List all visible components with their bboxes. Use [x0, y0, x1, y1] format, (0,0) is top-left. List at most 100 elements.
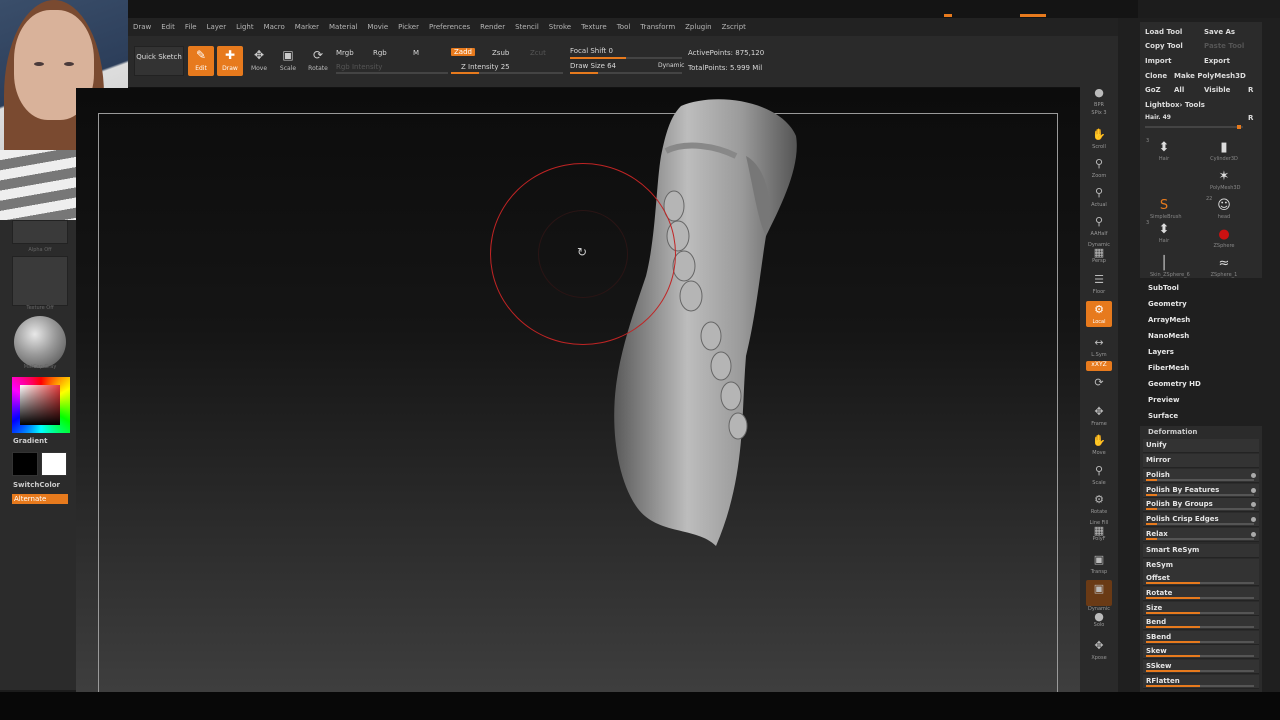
menu-item[interactable]: Marker	[290, 23, 324, 31]
mrgb-button[interactable]: Mrgb	[336, 49, 354, 57]
deformation-mask-icon[interactable]	[1251, 502, 1256, 507]
menu-item[interactable]: Zscript	[717, 23, 751, 31]
quick-sketch-button[interactable]: Quick Sketch	[134, 46, 184, 76]
menu-item[interactable]: Tool	[612, 23, 636, 31]
paste-tool-button[interactable]: Paste Tool	[1204, 42, 1244, 50]
deformation-slider[interactable]: Polish By Features	[1143, 484, 1259, 498]
scale-view-button[interactable]: ⚲ Scale	[1086, 462, 1112, 488]
deformation-slider[interactable]: Relax	[1143, 528, 1259, 542]
move-view-button[interactable]: ✋ Move	[1086, 432, 1112, 458]
focal-shift-slider[interactable]: Focal Shift 0	[570, 47, 613, 55]
aahalf-button[interactable]: ⚲ AAHalf	[1086, 213, 1112, 239]
deformation-header[interactable]: Deformation	[1148, 428, 1197, 436]
tool-submenu[interactable]: Surface	[1148, 412, 1178, 420]
deformation-slider[interactable]: Smart ReSym	[1143, 544, 1259, 558]
all-button[interactable]: All	[1174, 86, 1184, 94]
m-button[interactable]: M	[413, 49, 419, 57]
dynamic-toggle[interactable]: Dynamic	[658, 62, 684, 69]
deformation-mask-icon[interactable]	[1251, 488, 1256, 493]
ghost-button[interactable]: ▣	[1086, 580, 1112, 606]
menu-item[interactable]: Material	[324, 23, 362, 31]
tool-submenu[interactable]: NanoMesh	[1148, 332, 1189, 340]
z-intensity-track[interactable]	[451, 72, 563, 74]
texture-thumbnail[interactable]	[12, 256, 68, 306]
deformation-mask-icon[interactable]	[1251, 532, 1256, 537]
deformation-slider[interactable]: Size	[1143, 602, 1259, 616]
draw-size-track[interactable]	[570, 72, 682, 74]
main-color-swatch[interactable]	[12, 452, 38, 476]
transp-button[interactable]: ▣ Transp	[1086, 551, 1112, 577]
focal-shift-track[interactable]	[570, 57, 682, 59]
polyf-button[interactable]: Line Fill ▦ PolyF	[1086, 520, 1112, 546]
xpose-button[interactable]: ✥ Xpose	[1086, 637, 1112, 663]
deformation-slider[interactable]: SBend	[1143, 631, 1259, 645]
alpha-thumbnail[interactable]	[12, 220, 68, 244]
current-tool-slider[interactable]: Hair. 49	[1145, 114, 1171, 121]
document-canvas[interactable]: ↻	[76, 88, 1080, 693]
deformation-slider[interactable]: Polish Crisp Edges	[1143, 513, 1259, 527]
deformation-slider[interactable]: Polish	[1143, 469, 1259, 483]
menu-item[interactable]: Light	[231, 23, 258, 31]
persp-button[interactable]: Dynamic ▦ Persp	[1086, 242, 1112, 268]
tool-thumbnail[interactable]: ⬍ Hair 3	[1146, 220, 1178, 250]
gradient-label[interactable]: Gradient	[13, 437, 47, 445]
menu-item[interactable]: Edit	[156, 23, 180, 31]
menu-item[interactable]: Preferences	[424, 23, 475, 31]
tool-thumbnail[interactable]: ▮ Cylinder3D	[1210, 140, 1238, 168]
tool-submenu[interactable]: Layers	[1148, 348, 1174, 356]
r-button[interactable]: R	[1248, 86, 1253, 94]
draw-size-slider[interactable]: Draw Size 64	[570, 62, 616, 70]
rotate-view-button[interactable]: ⚙ Rotate	[1086, 491, 1112, 517]
draw-button[interactable]: ✚ Draw	[217, 46, 243, 76]
import-button[interactable]: Import	[1145, 57, 1172, 65]
spix-button[interactable]: SPix 3	[1086, 110, 1112, 122]
deformation-slider[interactable]: SSkew	[1143, 660, 1259, 674]
r-button-2[interactable]: R	[1248, 114, 1253, 122]
deformation-slider[interactable]: RFlatten	[1143, 675, 1259, 689]
secondary-color-swatch[interactable]	[41, 452, 67, 476]
color-picker[interactable]	[12, 377, 70, 433]
actual-button[interactable]: ⚲ Actual	[1086, 184, 1112, 210]
rgb-intensity-track[interactable]	[336, 72, 448, 74]
lightbox-tools-button[interactable]: Lightbox› Tools	[1145, 101, 1205, 109]
menu-item[interactable]: Draw	[128, 23, 156, 31]
menu-item[interactable]: Macro	[259, 23, 290, 31]
load-tool-button[interactable]: Load Tool	[1145, 28, 1182, 36]
menu-item[interactable]: Transform	[635, 23, 680, 31]
tool-thumbnail[interactable]: ☺ head 22	[1206, 196, 1238, 226]
tool-slider-track[interactable]	[1145, 125, 1243, 129]
tool-submenu[interactable]: ArrayMesh	[1148, 316, 1190, 324]
zcut-button[interactable]: Zcut	[530, 49, 546, 57]
menu-item[interactable]: File	[180, 23, 202, 31]
menu-item[interactable]: Zplugin	[680, 23, 716, 31]
rotation-axis-icons[interactable]: ⟳	[1086, 374, 1112, 394]
bpr-button[interactable]: ● BPR	[1086, 84, 1112, 110]
solo-button[interactable]: Dynamic ● Solo	[1086, 606, 1112, 632]
deformation-mask-icon[interactable]	[1251, 517, 1256, 522]
scale-button[interactable]: ▣ Scale	[275, 46, 301, 76]
tool-submenu[interactable]: Geometry	[1148, 300, 1187, 308]
rotate-button[interactable]: ⟳ Rotate	[304, 46, 332, 76]
goz-button[interactable]: GoZ	[1145, 86, 1161, 94]
deformation-slider[interactable]: ReSym	[1143, 559, 1259, 573]
zsub-button[interactable]: Zsub	[492, 49, 509, 57]
menu-item[interactable]: Stencil	[510, 23, 544, 31]
zadd-button[interactable]: Zadd	[451, 48, 475, 56]
tool-submenu[interactable]: FiberMesh	[1148, 364, 1189, 372]
deformation-slider[interactable]: Unify	[1143, 439, 1259, 453]
z-intensity-slider[interactable]: Z Intensity 25	[461, 63, 510, 71]
matcap-thumbnail[interactable]	[14, 316, 66, 368]
deformation-slider[interactable]: Bend	[1143, 616, 1259, 630]
make-polymesh-button[interactable]: Make PolyMesh3D	[1174, 72, 1246, 80]
save-as-button[interactable]: Save As	[1204, 28, 1235, 36]
export-button[interactable]: Export	[1204, 57, 1230, 65]
menu-item[interactable]: Render	[475, 23, 510, 31]
alternate-button[interactable]: Alternate	[12, 494, 68, 504]
visible-button[interactable]: Visible	[1204, 86, 1230, 94]
lsym-button[interactable]: ↔ L.Sym	[1086, 334, 1112, 360]
deformation-slider[interactable]: Polish By Groups	[1143, 498, 1259, 512]
tool-thumbnail[interactable]: ⬍ Hair 3	[1146, 138, 1178, 168]
rgb-button[interactable]: Rgb	[373, 49, 387, 57]
menu-item[interactable]: Stroke	[544, 23, 576, 31]
floor-button[interactable]: ☰ Floor	[1086, 271, 1112, 297]
